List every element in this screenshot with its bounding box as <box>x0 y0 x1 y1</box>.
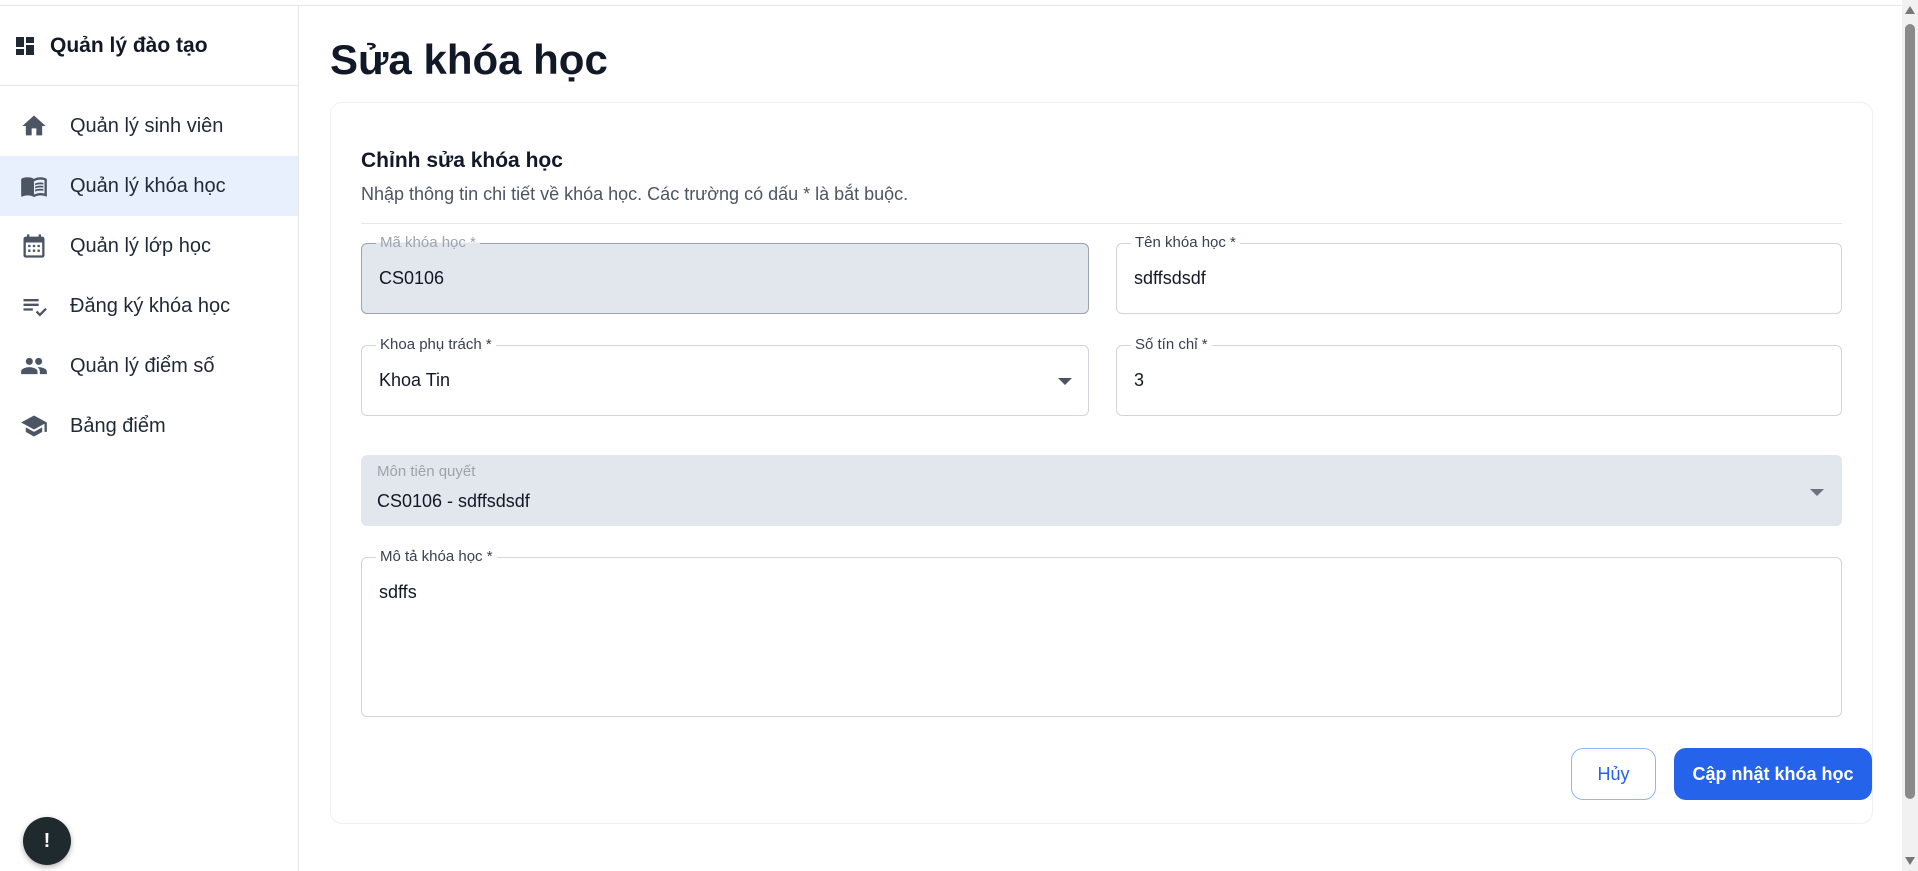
sidebar-item-students[interactable]: Quản lý sinh viên <box>0 96 298 156</box>
course-name-value: sdffsdsdf <box>1134 268 1206 288</box>
sidebar-nav: Quản lý sinh viên Quản lý khóa học Quản … <box>0 86 298 456</box>
checklist-icon <box>20 292 48 320</box>
sidebar-item-label: Quản lý lớp học <box>70 234 211 257</box>
sidebar: Quản lý đào tạo Quản lý sinh viên Quản l… <box>0 6 299 871</box>
sidebar-item-classes[interactable]: Quản lý lớp học <box>0 216 298 276</box>
prerequisite-label: Môn tiên quyết <box>377 463 476 480</box>
chevron-down-icon <box>1810 489 1824 496</box>
update-course-button[interactable]: Cập nhật khóa học <box>1674 748 1872 800</box>
graduation-cap-icon <box>20 412 48 440</box>
sidebar-item-courses[interactable]: Quản lý khóa học <box>0 156 298 216</box>
people-icon <box>20 352 48 380</box>
calendar-icon <box>20 232 48 260</box>
description-label: Mô tả khóa học * <box>376 548 497 565</box>
form-description: Nhập thông tin chi tiết về khóa học. Các… <box>361 184 909 204</box>
home-icon <box>20 112 48 140</box>
description-value: sdffs <box>379 582 417 602</box>
sidebar-item-label: Quản lý khóa học <box>70 174 226 197</box>
sidebar-item-grades[interactable]: Quản lý điểm số <box>0 336 298 396</box>
chevron-down-icon <box>1058 377 1072 385</box>
sidebar-item-transcript[interactable]: Bảng điểm <box>0 396 298 456</box>
sidebar-item-label: Bảng điểm <box>70 414 166 437</box>
form-title: Chỉnh sửa khóa học <box>361 149 563 172</box>
cancel-button[interactable]: Hủy <box>1571 748 1656 800</box>
sidebar-item-label: Đăng ký khóa học <box>70 294 231 317</box>
sidebar-item-label: Quản lý sinh viên <box>70 114 224 137</box>
sidebar-item-registration[interactable]: Đăng ký khóa học <box>0 276 298 336</box>
prerequisite-value: CS0106 - sdffsdsdf <box>377 491 530 511</box>
course-name-field[interactable]: Tên khóa học * sdffsdsdf <box>1116 234 1842 314</box>
brand-title: Quản lý đào tạo <box>50 33 208 57</box>
course-code-field: Mã khóa học * CS0106 <box>361 234 1089 314</box>
department-select[interactable]: Khoa phụ trách * Khoa Tin <box>361 336 1089 416</box>
scroll-up-arrow-icon[interactable] <box>1905 6 1915 14</box>
main-content: Sửa khóa học Chỉnh sửa khóa học Nhập thô… <box>300 6 1902 871</box>
edit-course-card: Chỉnh sửa khóa học Nhập thông tin chi ti… <box>330 102 1873 824</box>
department-value: Khoa Tin <box>379 370 451 390</box>
vertical-scrollbar[interactable] <box>1902 0 1918 871</box>
credits-value: 3 <box>1134 370 1145 390</box>
dashboard-icon <box>13 34 37 58</box>
book-icon <box>20 172 48 200</box>
credits-field[interactable]: Số tín chỉ * 3 <box>1116 336 1842 416</box>
scroll-down-arrow-icon[interactable] <box>1905 857 1915 865</box>
brand: Quản lý đào tạo <box>0 6 298 86</box>
help-button[interactable]: ! <box>23 817 71 865</box>
prerequisite-select[interactable]: Môn tiên quyết CS0106 - sdffsdsdf <box>361 455 1842 526</box>
description-textarea[interactable]: Mô tả khóa học * sdffs <box>361 548 1842 717</box>
divider <box>361 223 1842 224</box>
page-title: Sửa khóa học <box>330 36 608 83</box>
sidebar-item-label: Quản lý điểm số <box>70 354 215 377</box>
scroll-thumb[interactable] <box>1905 24 1915 799</box>
course-code-value: CS0106 <box>379 268 445 288</box>
